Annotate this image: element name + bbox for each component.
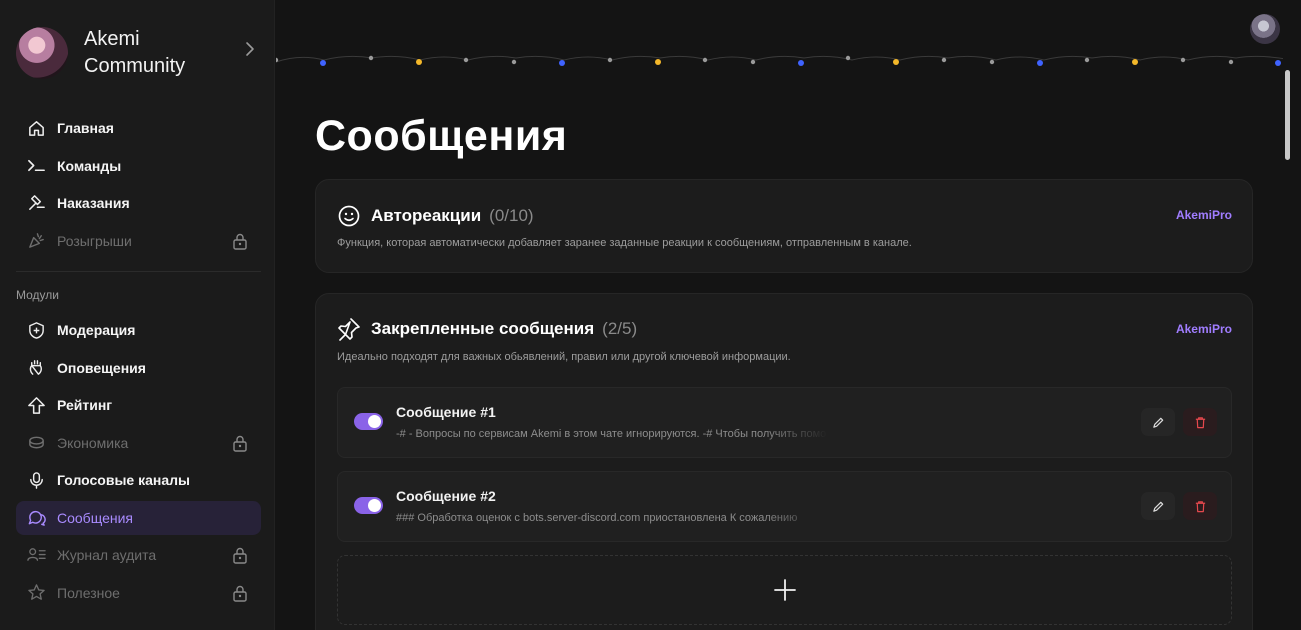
message-title: Сообщение #1 [396,404,496,420]
lock-icon [233,585,247,602]
pinned-count: (2/5) [602,319,638,338]
server-switcher[interactable]: Akemi Community [16,22,261,84]
sidebar-item-label: Рейтинг [57,397,113,413]
sidebar-modules-nav: Модерация Оповещения Рейтинг Экономика Г… [16,313,261,613]
sidebar-item-label: Журнал аудита [57,547,157,563]
party-popper-icon [26,230,47,251]
sidebar-item-messages[interactable]: Сообщения [16,500,261,535]
star-icon [26,582,47,603]
edit-message-button[interactable] [1141,408,1175,436]
server-avatar [16,27,68,79]
sidebar-item-label: Экономика [57,434,129,451]
sidebar-item-punishments[interactable]: Наказания [16,186,261,220]
gavel-icon [26,193,47,214]
autoreactions-description: Функция, которая автоматически добавляет… [337,237,912,249]
sidebar-item-giveaways[interactable]: Розыгрыши [16,224,261,258]
user-list-icon [26,545,47,566]
pencil-icon [1152,417,1163,428]
sidebar-item-label: Команды [57,157,122,174]
pinned-header: Закрепленные сообщения (2/5) [337,317,637,341]
sidebar-item-economy[interactable]: Экономика [16,426,261,460]
sidebar: Akemi Community Главная Команды Наказани… [0,0,275,630]
terminal-icon [26,155,47,176]
pinned-description: Идеально подходят для важных обьявлений,… [337,351,791,363]
modules-section-label: Модули [16,288,59,302]
lock-icon [233,233,247,250]
autoreactions-header: Автореакции (0/10) [337,204,534,228]
sidebar-item-label: Оповещения [57,359,146,376]
shield-plus-icon [26,320,47,341]
message-preview: ### Обработка оценок с bots.server-disco… [396,512,798,524]
sidebar-item-label: Сообщения [57,509,133,526]
sidebar-item-notifications[interactable]: Оповещения [16,351,261,385]
sidebar-item-home[interactable]: Главная [16,111,261,145]
scrollbar[interactable] [1283,0,1292,630]
sidebar-item-label: Розыгрыши [57,232,132,249]
page-title: Сообщения [315,112,568,160]
sidebar-main-nav: Главная Команды Наказания Розыгрыши [16,111,261,261]
plus-icon [773,579,796,601]
sidebar-divider [16,271,261,272]
pin-icon [338,318,360,341]
edit-message-button[interactable] [1141,492,1175,520]
lock-icon [233,547,247,564]
chevron-right-icon[interactable] [241,40,259,58]
message-title: Сообщение #2 [396,488,496,504]
scrollbar-thumb[interactable] [1285,70,1290,160]
pencil-icon [1152,501,1163,512]
trash-icon [1195,416,1205,428]
lock-icon [233,435,247,452]
akemipro-badge: AkemiPro [1175,322,1232,336]
autoreactions-count: (0/10) [489,206,534,225]
sidebar-item-label: Полезное [57,584,120,601]
main-content: Сообщения Автореакции (0/10) AkemiPro Фу… [276,0,1292,630]
trash-icon [1195,500,1205,512]
sidebar-item-voice-channels[interactable]: Голосовые каналы [16,463,261,497]
toggle-knob [368,499,381,512]
microphone-icon [26,470,47,491]
coins-icon [26,432,47,453]
arrow-up-icon [26,395,47,416]
toggle-knob [368,415,381,428]
server-name: Akemi Community [84,28,186,77]
chat-bubbles-icon [26,507,47,528]
message-preview: -# - Вопросы по сервисам Akemi в этом ча… [396,428,828,440]
sidebar-item-commands[interactable]: Команды [16,149,261,183]
waving-hand-icon [26,357,47,378]
sidebar-item-label: Главная [57,120,114,136]
akemipro-badge: AkemiPro [1175,208,1232,222]
home-icon [26,118,47,139]
sidebar-item-rating[interactable]: Рейтинг [16,388,261,422]
message-enabled-toggle[interactable] [354,413,383,430]
sidebar-item-moderation[interactable]: Модерация [16,313,261,347]
sidebar-item-label: Модерация [57,322,136,338]
autoreactions-title: Автореакции [371,206,482,225]
smiley-icon [338,205,360,227]
sidebar-item-audit-log[interactable]: Журнал аудита [16,538,261,572]
message-enabled-toggle[interactable] [354,497,383,514]
sidebar-item-useful[interactable]: Полезное [16,576,261,610]
delete-message-button[interactable] [1183,492,1217,520]
sidebar-item-label: Голосовые каналы [57,472,190,488]
pinned-messages-card: Закрепленные сообщения (2/5) AkemiPro Ид… [315,293,1253,630]
delete-message-button[interactable] [1183,408,1217,436]
garland-decoration [276,55,1292,66]
sidebar-item-label: Наказания [57,195,130,211]
pinned-title: Закрепленные сообщения [371,319,595,338]
pinned-message-row[interactable]: Сообщение #2 ### Обработка оценок с bots… [337,471,1232,542]
pinned-message-row[interactable]: Сообщение #1 -# - Вопросы по сервисам Ak… [337,387,1232,458]
add-message-button[interactable] [337,555,1232,625]
autoreactions-card: Автореакции (0/10) AkemiPro Функция, кот… [315,179,1253,273]
